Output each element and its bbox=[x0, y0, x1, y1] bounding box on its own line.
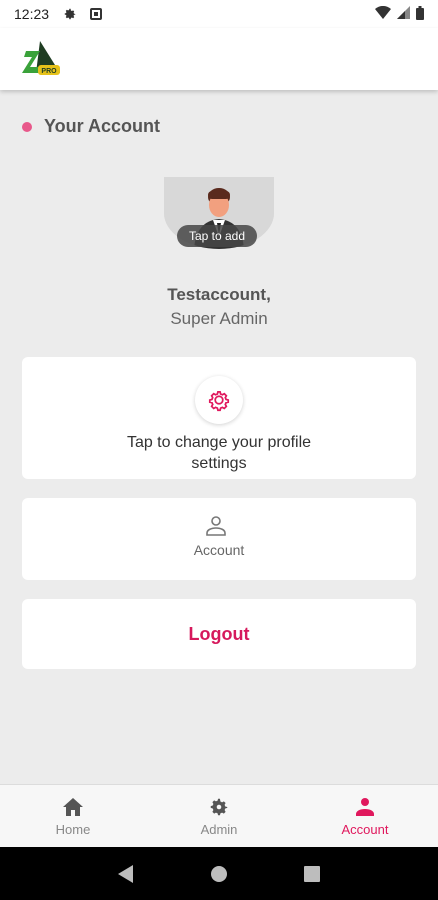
gear-icon bbox=[195, 376, 243, 424]
bottom-nav: Home Admin Account bbox=[0, 784, 438, 847]
nav-item-home[interactable]: Home bbox=[0, 785, 146, 847]
account-card[interactable]: Account bbox=[22, 498, 416, 580]
section-dot bbox=[22, 121, 32, 132]
status-bar: 12:23 bbox=[0, 0, 438, 28]
wifi-icon bbox=[375, 5, 391, 22]
system-nav-bar bbox=[0, 847, 438, 900]
nav-label-account: Account bbox=[341, 821, 389, 837]
app-header: PRO bbox=[0, 28, 438, 90]
gear-icon bbox=[208, 796, 230, 818]
section-title: Your Account bbox=[22, 116, 160, 137]
nav-item-admin[interactable]: Admin bbox=[146, 785, 292, 847]
account-label: Account bbox=[193, 542, 245, 558]
user-role: Super Admin bbox=[170, 309, 268, 328]
recents-icon[interactable] bbox=[302, 864, 322, 884]
logout-button[interactable]: Logout bbox=[22, 599, 416, 669]
settings-icon bbox=[63, 7, 77, 21]
nav-item-account[interactable]: Account bbox=[292, 785, 438, 847]
svg-text:PRO: PRO bbox=[41, 68, 57, 75]
notification-icon bbox=[89, 7, 103, 21]
person-outline-icon bbox=[204, 514, 228, 538]
back-icon[interactable] bbox=[116, 864, 136, 884]
battery-icon bbox=[416, 5, 424, 23]
profile-settings-card[interactable]: Tap to change your profile settings bbox=[22, 357, 416, 479]
app-logo: PRO bbox=[20, 39, 62, 79]
tap-to-add-label[interactable]: Tap to add bbox=[177, 225, 257, 247]
person-icon bbox=[354, 796, 376, 818]
nav-label-home: Home bbox=[55, 821, 91, 837]
profile-settings-text: Tap to change your profile settings bbox=[126, 434, 312, 472]
nav-label-admin: Admin bbox=[200, 821, 238, 837]
signal-icon bbox=[397, 6, 410, 22]
home-icon bbox=[62, 796, 84, 818]
status-time: 12:23 bbox=[14, 6, 50, 22]
home-circle-icon[interactable] bbox=[209, 864, 229, 884]
user-name: Testaccount, bbox=[167, 285, 271, 304]
section-title-label: Your Account bbox=[44, 116, 160, 136]
logout-label: Logout bbox=[188, 623, 250, 644]
